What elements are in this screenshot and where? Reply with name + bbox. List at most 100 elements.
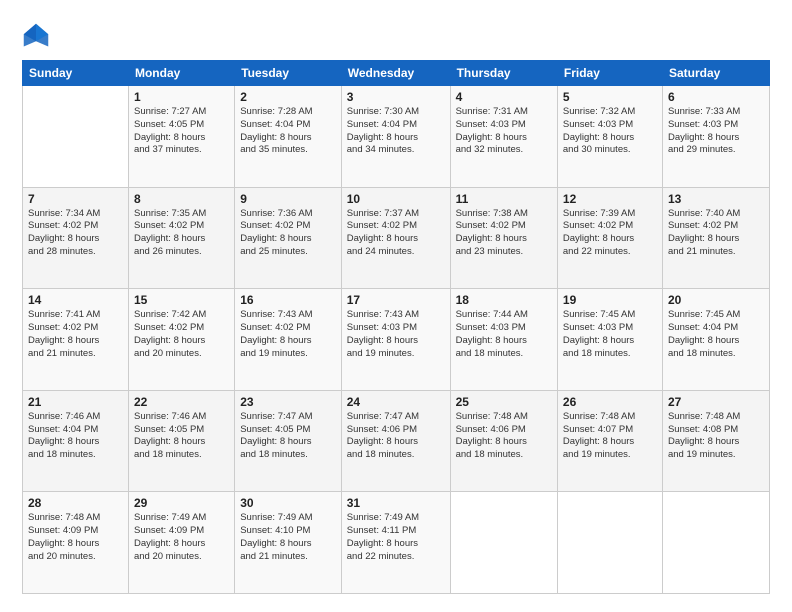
day-number: 16	[240, 293, 336, 307]
day-info: Sunrise: 7:43 AM Sunset: 4:03 PM Dayligh…	[347, 309, 445, 360]
calendar-cell: 23 Sunrise: 7:47 AM Sunset: 4:05 PM Dayli…	[235, 390, 342, 492]
day-info: Sunrise: 7:46 AM Sunset: 4:05 PM Dayligh…	[134, 411, 229, 462]
calendar-cell: 17 Sunrise: 7:43 AM Sunset: 4:03 PM Dayli…	[341, 289, 450, 391]
day-number: 22	[134, 395, 229, 409]
day-number: 1	[134, 90, 229, 104]
day-number: 23	[240, 395, 336, 409]
calendar-week-row: 14Sunrise: 7:41 AM Sunset: 4:02 PM Dayli…	[23, 289, 770, 391]
calendar-cell: 27 Sunrise: 7:48 AM Sunset: 4:08 PM Dayli…	[662, 390, 769, 492]
day-number: 27	[668, 395, 764, 409]
calendar-week-row: 21 Sunrise: 7:46 AM Sunset: 4:04 PM Dayli…	[23, 390, 770, 492]
calendar-cell: 22 Sunrise: 7:46 AM Sunset: 4:05 PM Dayli…	[128, 390, 234, 492]
calendar-cell: 13Sunrise: 7:40 AM Sunset: 4:02 PM Dayli…	[662, 187, 769, 289]
day-info: Sunrise: 7:47 AM Sunset: 4:05 PM Dayligh…	[240, 411, 336, 462]
day-of-week-sunday: Sunday	[23, 61, 129, 86]
calendar-week-row: 28 Sunrise: 7:48 AM Sunset: 4:09 PM Dayli…	[23, 492, 770, 594]
day-number: 14	[28, 293, 123, 307]
day-number: 4	[456, 90, 552, 104]
header	[22, 18, 770, 50]
day-number: 15	[134, 293, 229, 307]
day-number: 3	[347, 90, 445, 104]
day-number: 7	[28, 192, 123, 206]
calendar-cell	[557, 492, 662, 594]
calendar-cell: 24 Sunrise: 7:47 AM Sunset: 4:06 PM Dayli…	[341, 390, 450, 492]
calendar-cell	[450, 492, 557, 594]
day-info: Sunrise: 7:42 AM Sunset: 4:02 PM Dayligh…	[134, 309, 229, 360]
calendar-cell: 4 Sunrise: 7:31 AM Sunset: 4:03 PM Daylig…	[450, 86, 557, 188]
day-number: 28	[28, 496, 123, 510]
day-info: Sunrise: 7:45 AM Sunset: 4:03 PM Dayligh…	[563, 309, 657, 360]
day-info: Sunrise: 7:48 AM Sunset: 4:08 PM Dayligh…	[668, 411, 764, 462]
calendar-header-row: SundayMondayTuesdayWednesdayThursdayFrid…	[23, 61, 770, 86]
calendar-cell: 11 Sunrise: 7:38 AM Sunset: 4:02 PM Dayli…	[450, 187, 557, 289]
day-info: Sunrise: 7:32 AM Sunset: 4:03 PM Dayligh…	[563, 106, 657, 157]
day-number: 31	[347, 496, 445, 510]
day-of-week-friday: Friday	[557, 61, 662, 86]
calendar-table: SundayMondayTuesdayWednesdayThursdayFrid…	[22, 60, 770, 594]
day-info: Sunrise: 7:45 AM Sunset: 4:04 PM Dayligh…	[668, 309, 764, 360]
day-number: 20	[668, 293, 764, 307]
calendar-cell: 25Sunrise: 7:48 AM Sunset: 4:06 PM Dayli…	[450, 390, 557, 492]
day-number: 24	[347, 395, 445, 409]
day-of-week-saturday: Saturday	[662, 61, 769, 86]
day-number: 25	[456, 395, 552, 409]
calendar-cell	[23, 86, 129, 188]
calendar-cell	[662, 492, 769, 594]
day-info: Sunrise: 7:36 AM Sunset: 4:02 PM Dayligh…	[240, 208, 336, 259]
day-info: Sunrise: 7:28 AM Sunset: 4:04 PM Dayligh…	[240, 106, 336, 157]
calendar-cell: 29 Sunrise: 7:49 AM Sunset: 4:09 PM Dayli…	[128, 492, 234, 594]
calendar-cell: 18 Sunrise: 7:44 AM Sunset: 4:03 PM Dayli…	[450, 289, 557, 391]
calendar-cell: 6 Sunrise: 7:33 AM Sunset: 4:03 PM Daylig…	[662, 86, 769, 188]
day-info: Sunrise: 7:33 AM Sunset: 4:03 PM Dayligh…	[668, 106, 764, 157]
day-info: Sunrise: 7:39 AM Sunset: 4:02 PM Dayligh…	[563, 208, 657, 259]
day-number: 9	[240, 192, 336, 206]
day-number: 19	[563, 293, 657, 307]
day-number: 29	[134, 496, 229, 510]
day-info: Sunrise: 7:43 AM Sunset: 4:02 PM Dayligh…	[240, 309, 336, 360]
day-number: 6	[668, 90, 764, 104]
calendar-cell: 28 Sunrise: 7:48 AM Sunset: 4:09 PM Dayli…	[23, 492, 129, 594]
calendar-cell: 30Sunrise: 7:49 AM Sunset: 4:10 PM Dayli…	[235, 492, 342, 594]
day-number: 11	[456, 192, 552, 206]
day-info: Sunrise: 7:48 AM Sunset: 4:09 PM Dayligh…	[28, 512, 123, 563]
day-info: Sunrise: 7:46 AM Sunset: 4:04 PM Dayligh…	[28, 411, 123, 462]
calendar-cell: 1 Sunrise: 7:27 AM Sunset: 4:05 PM Daylig…	[128, 86, 234, 188]
calendar-week-row: 1 Sunrise: 7:27 AM Sunset: 4:05 PM Daylig…	[23, 86, 770, 188]
calendar-week-row: 7 Sunrise: 7:34 AM Sunset: 4:02 PM Daylig…	[23, 187, 770, 289]
calendar-cell: 2Sunrise: 7:28 AM Sunset: 4:04 PM Daylig…	[235, 86, 342, 188]
calendar-cell: 8Sunrise: 7:35 AM Sunset: 4:02 PM Daylig…	[128, 187, 234, 289]
calendar-cell: 9 Sunrise: 7:36 AM Sunset: 4:02 PM Daylig…	[235, 187, 342, 289]
day-info: Sunrise: 7:38 AM Sunset: 4:02 PM Dayligh…	[456, 208, 552, 259]
logo	[22, 22, 54, 50]
day-of-week-tuesday: Tuesday	[235, 61, 342, 86]
logo-icon	[22, 22, 50, 50]
day-info: Sunrise: 7:27 AM Sunset: 4:05 PM Dayligh…	[134, 106, 229, 157]
day-number: 17	[347, 293, 445, 307]
day-info: Sunrise: 7:44 AM Sunset: 4:03 PM Dayligh…	[456, 309, 552, 360]
day-info: Sunrise: 7:34 AM Sunset: 4:02 PM Dayligh…	[28, 208, 123, 259]
day-number: 21	[28, 395, 123, 409]
day-info: Sunrise: 7:47 AM Sunset: 4:06 PM Dayligh…	[347, 411, 445, 462]
calendar-cell: 16 Sunrise: 7:43 AM Sunset: 4:02 PM Dayli…	[235, 289, 342, 391]
calendar-cell: 5Sunrise: 7:32 AM Sunset: 4:03 PM Daylig…	[557, 86, 662, 188]
day-info: Sunrise: 7:40 AM Sunset: 4:02 PM Dayligh…	[668, 208, 764, 259]
page: SundayMondayTuesdayWednesdayThursdayFrid…	[0, 0, 792, 612]
day-info: Sunrise: 7:37 AM Sunset: 4:02 PM Dayligh…	[347, 208, 445, 259]
calendar-cell: 3 Sunrise: 7:30 AM Sunset: 4:04 PM Daylig…	[341, 86, 450, 188]
day-of-week-thursday: Thursday	[450, 61, 557, 86]
day-number: 12	[563, 192, 657, 206]
day-number: 30	[240, 496, 336, 510]
day-number: 10	[347, 192, 445, 206]
day-info: Sunrise: 7:30 AM Sunset: 4:04 PM Dayligh…	[347, 106, 445, 157]
day-number: 18	[456, 293, 552, 307]
calendar-cell: 10 Sunrise: 7:37 AM Sunset: 4:02 PM Dayli…	[341, 187, 450, 289]
calendar-cell: 14Sunrise: 7:41 AM Sunset: 4:02 PM Dayli…	[23, 289, 129, 391]
calendar-cell: 15 Sunrise: 7:42 AM Sunset: 4:02 PM Dayli…	[128, 289, 234, 391]
day-info: Sunrise: 7:35 AM Sunset: 4:02 PM Dayligh…	[134, 208, 229, 259]
day-info: Sunrise: 7:48 AM Sunset: 4:07 PM Dayligh…	[563, 411, 657, 462]
calendar-cell: 21 Sunrise: 7:46 AM Sunset: 4:04 PM Dayli…	[23, 390, 129, 492]
day-info: Sunrise: 7:49 AM Sunset: 4:09 PM Dayligh…	[134, 512, 229, 563]
day-info: Sunrise: 7:49 AM Sunset: 4:11 PM Dayligh…	[347, 512, 445, 563]
calendar-cell: 20 Sunrise: 7:45 AM Sunset: 4:04 PM Dayli…	[662, 289, 769, 391]
day-info: Sunrise: 7:31 AM Sunset: 4:03 PM Dayligh…	[456, 106, 552, 157]
